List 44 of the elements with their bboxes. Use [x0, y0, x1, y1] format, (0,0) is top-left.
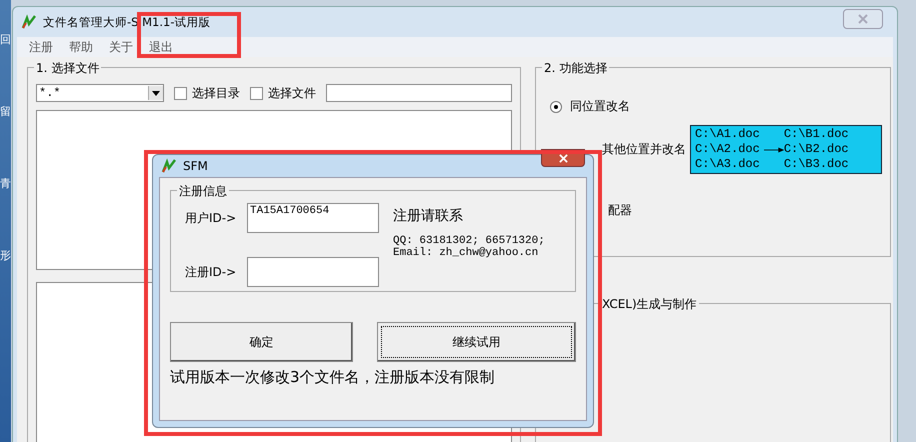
field-label: 用户ID-> — [185, 210, 238, 226]
target-path: C:\B2.doc — [784, 142, 849, 157]
desktop-icon-label: 回 — [0, 34, 11, 46]
option-label: 其他位置并改名 — [602, 141, 686, 158]
close-icon — [558, 154, 568, 162]
menu-item[interactable]: 注册 — [29, 38, 53, 56]
group-title: 1. 选择文件 — [34, 60, 102, 77]
field-label: 注册ID-> — [185, 264, 238, 280]
close-icon — [858, 14, 868, 24]
contact-line: Email: zh_chw@yahoo.cn — [393, 247, 540, 259]
source-path: C:\A1.doc — [695, 127, 760, 142]
group-title: 注册信息 — [177, 183, 229, 200]
checkbox[interactable] — [174, 86, 187, 100]
dialog-button[interactable]: 确定 — [170, 322, 354, 362]
radio-label: 同位置改名 — [570, 98, 630, 115]
menu-item[interactable]: 退出 — [149, 38, 173, 56]
contact-heading: 注册请联系 — [393, 207, 464, 225]
desktop-icon-label: 留 — [0, 106, 11, 118]
trial-note: 试用版本一次修改3个文件名，注册版本没有限制 — [170, 368, 496, 387]
source-path: C:\A2.doc — [695, 142, 760, 157]
pen-icon — [161, 158, 177, 174]
pen-icon — [21, 14, 37, 30]
target-path: C:\B1.doc — [784, 127, 849, 142]
desktop-icon-label: 青 — [0, 178, 11, 190]
menu-item[interactable]: 帮助 — [69, 38, 93, 56]
source-path: C:\A3.doc — [695, 157, 760, 172]
dialog-button[interactable]: 继续试用 — [377, 322, 576, 362]
contact-line: QQ: 63181302; 66571320; — [393, 235, 545, 247]
dialog-title: SFM — [183, 159, 208, 173]
id-field[interactable] — [247, 257, 379, 287]
path-field[interactable] — [326, 84, 512, 102]
checkbox[interactable] — [250, 86, 263, 100]
filter-dropdown[interactable]: *.* — [36, 84, 164, 102]
checkbox-label: 选择文件 — [268, 84, 316, 102]
arrow-icon — [764, 146, 784, 154]
desktop-icon-label: 形 — [0, 250, 11, 262]
id-field[interactable]: TA15A1700654 — [247, 203, 379, 233]
checkbox-label: 选择目录 — [192, 84, 240, 102]
target-path: C:\B3.doc — [784, 157, 849, 172]
group-title: XCEL)生成与制作 — [600, 296, 699, 313]
radio-button[interactable] — [550, 100, 562, 112]
group-title: 2. 功能选择 — [542, 60, 610, 77]
option-label: 配器 — [607, 202, 633, 219]
menu-item[interactable]: 关于 — [109, 38, 133, 56]
